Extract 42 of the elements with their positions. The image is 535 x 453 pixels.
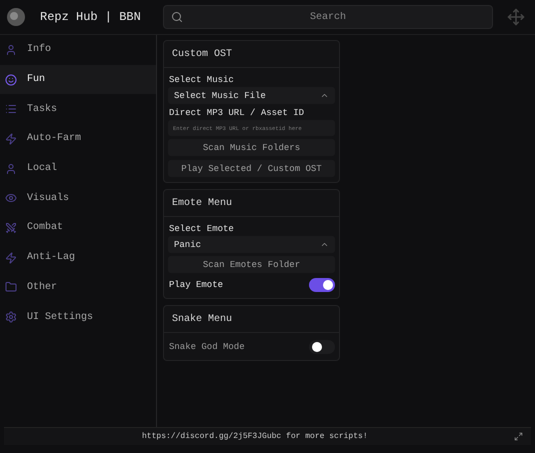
- chevron-icon: [320, 91, 329, 100]
- nav-icon: [5, 74, 17, 86]
- search-icon: [171, 11, 183, 23]
- dropdown[interactable]: Panic: [168, 236, 335, 253]
- action-button[interactable]: Play Selected / Custom OST: [168, 160, 335, 177]
- toggle-switch[interactable]: [309, 278, 335, 292]
- toggle-label: Play Emote: [169, 280, 224, 290]
- sidebar-item[interactable]: Combat: [0, 213, 156, 243]
- chevron-icon: [320, 240, 329, 249]
- window-title: Repz Hub | BBN: [40, 10, 141, 24]
- nav-icon: [5, 311, 17, 324]
- dropdown[interactable]: Select Music File: [168, 87, 335, 104]
- action-button[interactable]: Scan Emotes Folder: [168, 256, 335, 273]
- footer-text: https://discord.gg/2j5F3JGubc for more scripts!: [142, 432, 368, 441]
- sidebar-item[interactable]: Auto-Farm: [0, 124, 156, 154]
- sidebar-item[interactable]: Info: [0, 35, 156, 65]
- sidebar-item[interactable]: Fun: [0, 64, 156, 94]
- sidebar-item[interactable]: Visuals: [0, 183, 156, 214]
- field-label: Select Emote: [168, 223, 235, 235]
- field-label: Select Music: [168, 74, 235, 86]
- sidebar-item[interactable]: Anti-Lag: [0, 242, 156, 272]
- nav-icon: [5, 252, 17, 264]
- action-button[interactable]: Scan Music Folders: [168, 139, 335, 156]
- section-title: Custom OST: [164, 41, 339, 68]
- nav-icon: [5, 44, 17, 56]
- nav-icon: [5, 281, 17, 294]
- sidebar-item[interactable]: Local: [0, 154, 156, 184]
- sidebar-item[interactable]: Other: [0, 272, 156, 302]
- section-title: Snake Menu: [164, 306, 339, 333]
- sidebar-item[interactable]: UI Settings: [0, 302, 156, 332]
- nav-icon: [5, 162, 17, 175]
- nav-icon: [5, 222, 17, 234]
- nav-icon: [5, 192, 17, 204]
- toggle-label: Snake God Mode: [169, 342, 245, 352]
- nav-icon: [5, 132, 17, 145]
- section-title: Emote Menu: [164, 190, 339, 217]
- sidebar-item[interactable]: Tasks: [0, 94, 156, 124]
- field-label: Direct MP3 URL / Asset ID: [168, 107, 306, 119]
- search-field[interactable]: Search: [163, 5, 493, 29]
- logo-icon: [6, 7, 26, 27]
- toggle-switch[interactable]: [309, 340, 335, 354]
- resize-icon[interactable]: [514, 432, 523, 441]
